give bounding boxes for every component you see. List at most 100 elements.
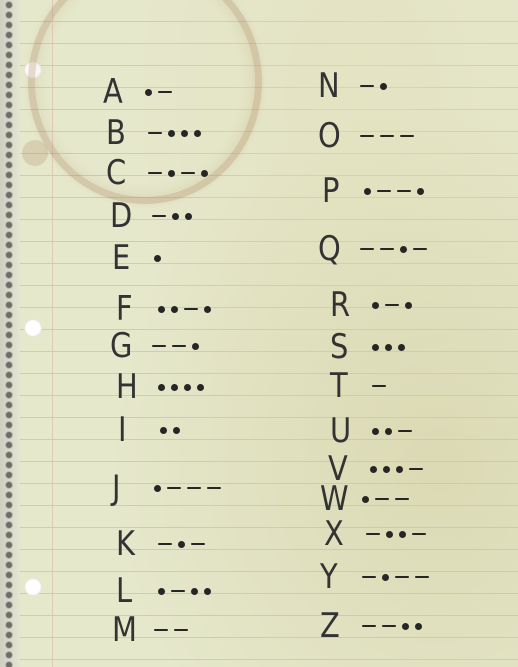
morse-dot — [178, 540, 185, 548]
morse-letter: A — [103, 72, 123, 112]
morse-code — [158, 305, 211, 313]
morse-dash — [154, 628, 168, 632]
morse-dot — [370, 465, 377, 473]
morse-letter: N — [318, 66, 340, 106]
morse-dash — [415, 575, 429, 579]
morse-dash — [395, 575, 409, 579]
morse-dash — [174, 628, 188, 632]
morse-dot — [158, 587, 165, 595]
morse-dash — [158, 90, 172, 94]
morse-row: L — [116, 571, 211, 611]
morse-dash — [207, 486, 221, 490]
morse-dot — [158, 305, 165, 313]
morse-code — [372, 301, 412, 309]
morse-dot — [386, 530, 393, 538]
morse-letter: I — [118, 410, 127, 450]
morse-row: C — [106, 153, 208, 193]
morse-dot — [204, 587, 211, 595]
morse-row: I — [118, 410, 180, 450]
morse-code — [160, 426, 180, 434]
morse-dot — [168, 129, 175, 137]
morse-code — [362, 573, 429, 581]
morse-letter: S — [330, 327, 349, 367]
morse-code — [372, 343, 405, 351]
morse-dot — [399, 530, 406, 538]
morse-row: A — [103, 72, 172, 112]
morse-dash — [167, 486, 181, 490]
morse-letter: D — [110, 196, 133, 236]
morse-dash — [187, 486, 201, 490]
morse-letter: M — [112, 610, 137, 650]
morse-dot — [185, 212, 192, 220]
morse-dash — [362, 624, 376, 628]
morse-dot — [372, 427, 379, 435]
morse-dot — [396, 465, 403, 473]
morse-letter: C — [106, 153, 127, 193]
morse-dash — [148, 131, 162, 135]
morse-dot — [168, 169, 175, 177]
morse-dot — [160, 426, 167, 434]
morse-code — [158, 540, 205, 548]
morse-row: F — [116, 289, 211, 329]
morse-row: Y — [320, 557, 429, 597]
morse-letter: K — [116, 524, 135, 564]
morse-dot — [415, 622, 422, 630]
morse-dash — [395, 497, 409, 501]
morse-dot — [204, 305, 211, 313]
morse-letter: W — [320, 479, 349, 519]
morse-dot — [184, 383, 191, 391]
morse-letter: F — [116, 289, 133, 329]
morse-row: X — [324, 514, 426, 554]
morse-code — [360, 82, 387, 90]
morse-dash — [360, 134, 374, 138]
morse-code — [362, 622, 422, 630]
morse-dash — [158, 542, 172, 546]
morse-dash — [372, 384, 386, 388]
morse-dot — [380, 82, 387, 90]
morse-dash — [181, 171, 195, 175]
morse-letter: L — [116, 571, 133, 611]
morse-code — [360, 134, 414, 138]
morse-dot — [398, 343, 405, 351]
morse-dot — [171, 305, 178, 313]
morse-code — [372, 427, 412, 435]
morse-dash — [152, 344, 166, 348]
morse-row: Z — [320, 606, 422, 646]
morse-dot — [192, 342, 199, 350]
morse-dot — [364, 187, 371, 195]
morse-dot — [194, 129, 201, 137]
morse-dash — [409, 467, 423, 471]
morse-dash — [400, 134, 414, 138]
morse-dash — [152, 214, 166, 218]
morse-dash — [360, 247, 374, 251]
coffee-spot-stain — [22, 140, 48, 166]
morse-dot — [154, 254, 161, 262]
morse-dot — [191, 587, 198, 595]
morse-letter: T — [330, 366, 348, 406]
morse-code — [152, 212, 192, 220]
morse-row: G — [110, 326, 199, 366]
morse-dash — [172, 344, 186, 348]
morse-dot — [400, 245, 407, 253]
morse-row: O — [318, 116, 414, 156]
morse-code — [366, 530, 426, 538]
morse-code — [360, 245, 427, 253]
morse-dash — [413, 247, 427, 251]
morse-dash — [398, 429, 412, 433]
morse-code — [158, 383, 204, 391]
morse-row: W — [320, 479, 409, 519]
morse-letter: E — [112, 238, 131, 278]
morse-code — [372, 384, 386, 388]
morse-row: H — [116, 367, 204, 407]
morse-dot — [172, 212, 179, 220]
morse-row: N — [318, 66, 387, 106]
morse-dot — [385, 343, 392, 351]
morse-row: E — [112, 238, 161, 278]
morse-row: B — [106, 113, 201, 153]
spiral-binding — [0, 0, 20, 667]
morse-dot — [405, 301, 412, 309]
morse-dot — [173, 426, 180, 434]
punch-hole-bottom — [24, 578, 42, 596]
morse-dash — [148, 171, 162, 175]
morse-code — [362, 495, 409, 503]
